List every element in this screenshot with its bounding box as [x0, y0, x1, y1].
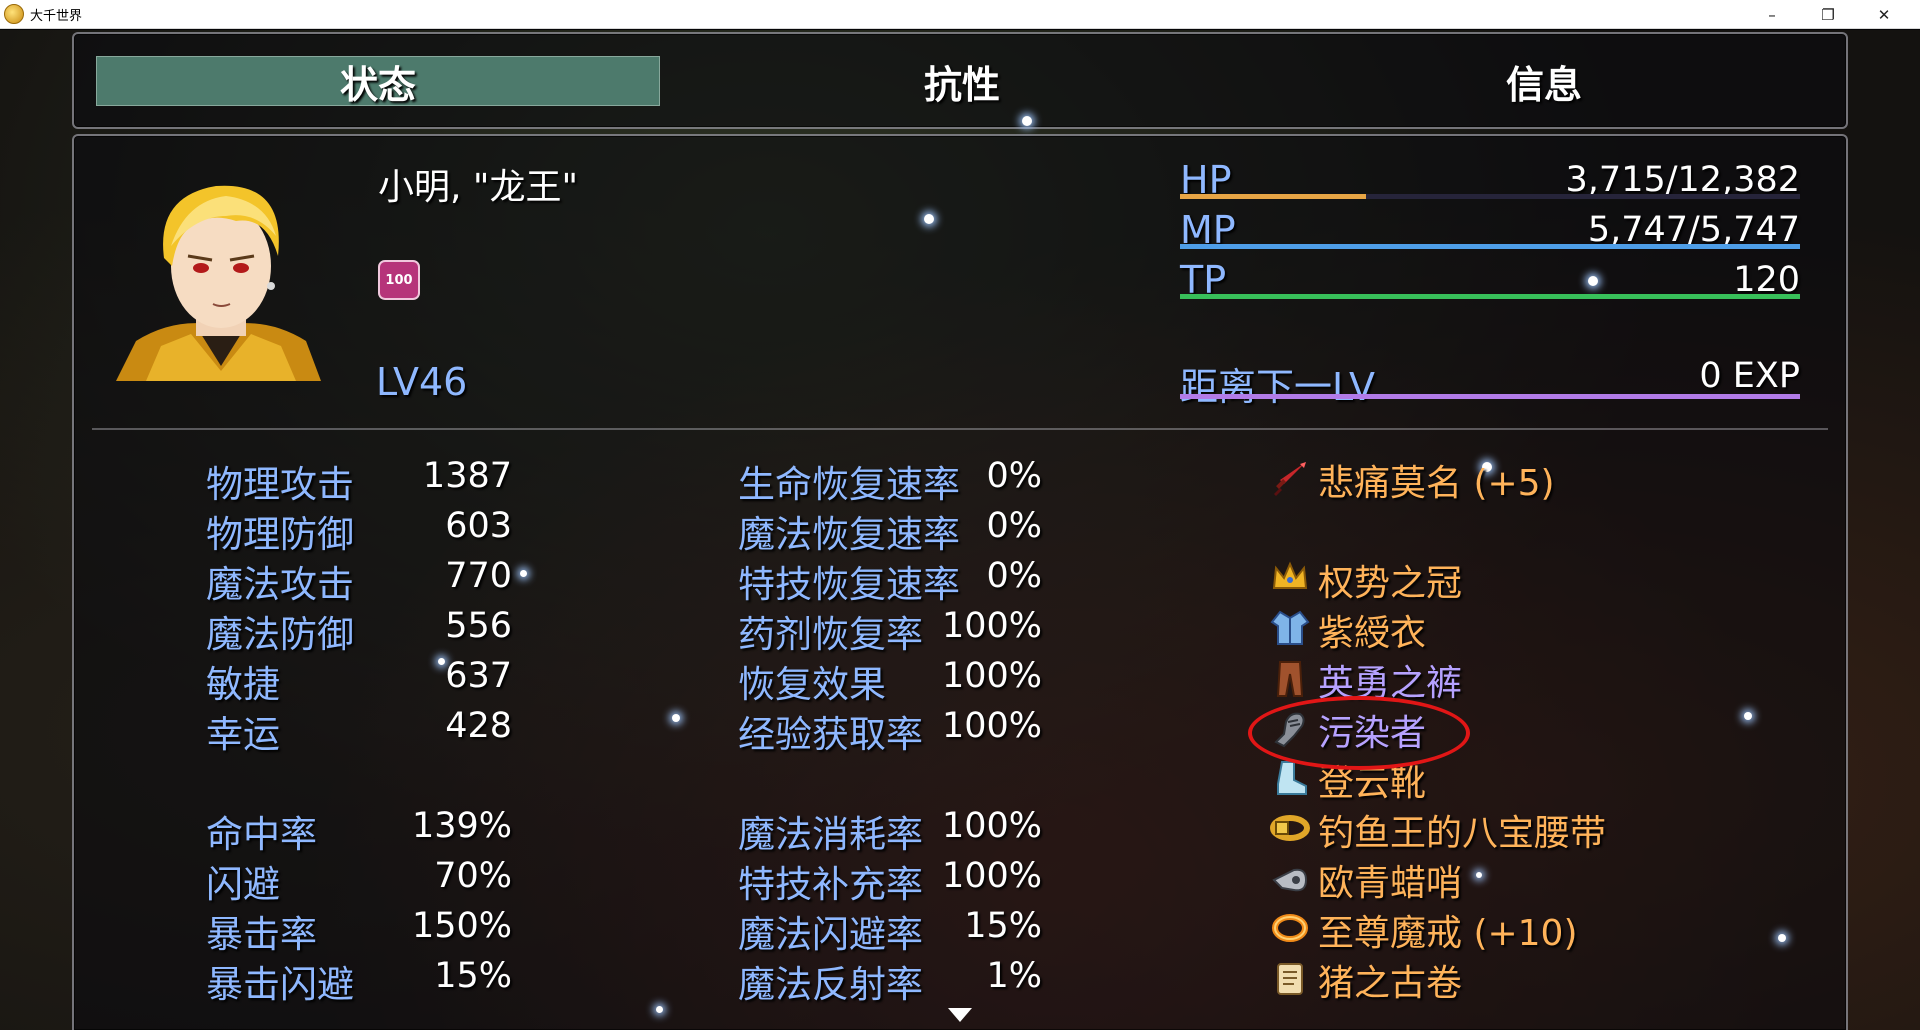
xparam-value: 150% — [411, 906, 512, 946]
hp-gauge — [1180, 194, 1800, 199]
scroll-down-arrow-icon[interactable] — [948, 1008, 972, 1022]
window-titlebar: 大千世界 – ❐ ✕ — [0, 0, 1920, 29]
section-divider — [92, 428, 1828, 430]
tp-gauge — [1180, 294, 1800, 299]
sword-icon — [1270, 458, 1310, 498]
exp-value: 0 EXP — [1699, 356, 1800, 396]
sparkle-effect — [1476, 872, 1482, 878]
xparam-label: 命中率 — [206, 813, 317, 856]
param-label: 物理攻击 — [206, 463, 354, 506]
sparam-value: 100% — [941, 706, 1042, 746]
tab-resistance[interactable]: 抗性 — [680, 56, 1244, 107]
xparam-label: 暴击闪避 — [206, 963, 354, 1006]
param-label: 魔法攻击 — [206, 563, 354, 606]
state-icon-text: 100 — [385, 272, 413, 288]
equip-item[interactable]: 猪之古卷 — [1318, 954, 1462, 1006]
minimize-button[interactable]: – — [1744, 0, 1800, 29]
param-value: 556 — [445, 606, 512, 646]
param-value: 1387 — [422, 456, 512, 496]
param-label: 敏捷 — [206, 663, 280, 706]
game-screen: 状态 抗性 信息 小明, "龙王" 100 LV46 HP 3,715/12,3… — [0, 30, 1920, 1030]
restore-button[interactable]: ❐ — [1800, 0, 1856, 29]
param-value: 428 — [445, 706, 512, 746]
sparam-value: 15% — [964, 906, 1042, 946]
sparam-value: 0% — [986, 506, 1042, 546]
sparkle-effect — [656, 1006, 663, 1013]
xparam-label: 暴击率 — [206, 913, 317, 956]
robe-icon — [1270, 608, 1310, 648]
pants-icon — [1270, 658, 1310, 698]
sparkle-effect — [1022, 116, 1032, 126]
sparam-label: 魔法消耗率 — [738, 813, 923, 856]
param-value: 603 — [445, 506, 512, 546]
character-portrait — [116, 176, 326, 381]
scroll-icon — [1270, 958, 1310, 998]
tab-info[interactable]: 信息 — [1262, 56, 1826, 107]
whistle-icon — [1270, 858, 1310, 898]
sparam-label: 恢复效果 — [738, 663, 886, 706]
sparkle-effect — [672, 714, 680, 722]
exp-label: 距离下一LV — [1180, 365, 1375, 409]
sparam-label: 特技补充率 — [738, 863, 923, 906]
equip-item[interactable]: 悲痛莫名 (+5) — [1318, 454, 1555, 506]
state-icon: 100 — [378, 260, 420, 300]
sparam-value: 100% — [941, 856, 1042, 896]
belt-icon — [1270, 808, 1310, 848]
equip-item[interactable]: 权势之冠 — [1318, 554, 1462, 606]
crown-icon — [1270, 558, 1310, 598]
sparkle-effect — [1744, 712, 1752, 720]
sparam-label: 特技恢复速率 — [738, 563, 960, 606]
equip-item[interactable]: 钓鱼王的八宝腰带 — [1318, 804, 1606, 856]
window-title: 大千世界 — [30, 8, 83, 24]
sparam-value: 0% — [986, 556, 1042, 596]
xparam-value: 139% — [411, 806, 512, 846]
close-button[interactable]: ✕ — [1856, 0, 1912, 29]
sparam-label: 魔法恢复速率 — [738, 513, 960, 556]
actor-level: LV46 — [376, 360, 468, 404]
sparam-label: 生命恢复速率 — [738, 463, 960, 506]
param-label: 幸运 — [206, 713, 280, 756]
sparam-value: 100% — [941, 656, 1042, 696]
sparam-label: 经验获取率 — [738, 713, 923, 756]
sparam-value: 0% — [986, 456, 1042, 496]
sparam-value: 100% — [941, 606, 1042, 646]
sparam-label: 魔法闪避率 — [738, 913, 923, 956]
sparam-label: 药剂恢复率 — [738, 613, 923, 656]
actor-name: 小明, "龙王" — [378, 167, 579, 208]
equip-item[interactable]: 欧青蜡哨 — [1318, 854, 1462, 906]
mp-gauge — [1180, 244, 1800, 249]
exp-gauge-fill — [1180, 394, 1800, 399]
sparam-value: 100% — [941, 806, 1042, 846]
equip-item[interactable]: 紫綬衣 — [1318, 604, 1426, 656]
param-value: 637 — [445, 656, 512, 696]
highlight-annotation-circle — [1248, 696, 1470, 770]
tab-status[interactable]: 状态 — [96, 56, 660, 107]
tp-gauge-fill — [1180, 294, 1800, 299]
sparkle-effect — [924, 214, 934, 224]
param-value: 770 — [445, 556, 512, 596]
tab-panel: 状态 抗性 信息 — [72, 32, 1848, 129]
ring-icon — [1270, 908, 1310, 948]
param-label: 魔法防御 — [206, 613, 354, 656]
sparkle-effect — [520, 570, 527, 577]
sparkle-effect — [1778, 934, 1786, 942]
mp-gauge-fill — [1180, 244, 1800, 249]
sparam-label: 魔法反射率 — [738, 963, 923, 1006]
exp-gauge — [1180, 394, 1800, 399]
param-label: 物理防御 — [206, 513, 354, 556]
portrait-image — [116, 185, 321, 381]
xparam-label: 闪避 — [206, 863, 280, 906]
sparam-value: 1% — [986, 956, 1042, 996]
equip-item[interactable]: 至尊魔戒 (+10) — [1318, 904, 1578, 956]
app-icon — [4, 4, 24, 24]
xparam-value: 70% — [434, 856, 512, 896]
hp-gauge-fill — [1180, 194, 1366, 199]
xparam-value: 15% — [434, 956, 512, 996]
